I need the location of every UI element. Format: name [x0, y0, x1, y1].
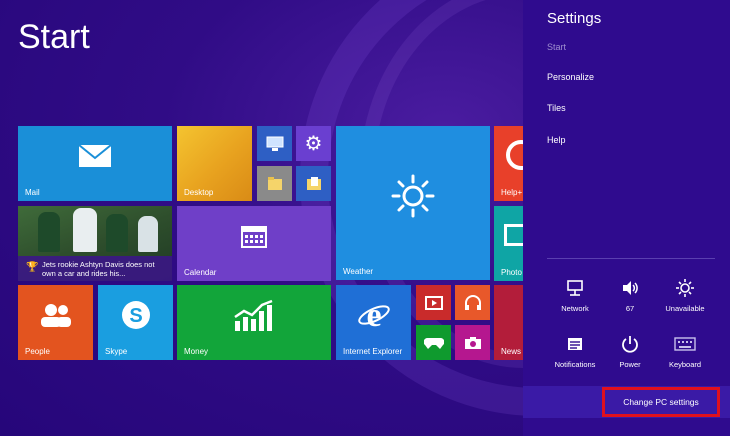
tile-pc-settings[interactable]: ⚙	[296, 126, 331, 161]
notifications-icon	[547, 332, 603, 356]
notifications-label: Notifications	[554, 360, 596, 369]
sun-icon	[336, 126, 490, 266]
player-figure	[73, 208, 97, 252]
power-icon	[602, 332, 658, 356]
tile-mail[interactable]: Mail	[18, 126, 172, 201]
tile-skype[interactable]: S Skype	[98, 285, 173, 360]
tile-label: Skype	[105, 347, 128, 356]
settings-charm-panel: Settings Start Personalize Tiles Help Ne…	[523, 0, 730, 436]
player-figure	[38, 212, 60, 252]
gear-icon: ⚙	[304, 133, 323, 155]
brightness-label: Unavailable	[665, 304, 705, 313]
calendar-icon	[177, 206, 331, 266]
change-pc-settings-button[interactable]: Change PC settings	[602, 387, 720, 417]
gamepad-icon	[416, 325, 451, 360]
volume-button[interactable]: 67	[602, 276, 658, 313]
tile-help[interactable]: Help+	[494, 126, 523, 201]
tile-label: Weather	[343, 267, 374, 276]
tile-this-pc[interactable]	[257, 126, 292, 161]
tile-label: Photo	[501, 268, 522, 277]
help-icon	[506, 140, 523, 170]
tile-label: News	[501, 347, 522, 356]
brightness-button[interactable]: Unavailable	[657, 276, 713, 313]
keyboard-label: Keyboard	[668, 360, 702, 369]
video-icon	[416, 285, 451, 320]
tile-desktop[interactable]: Desktop	[177, 126, 252, 201]
skype-icon: S	[98, 285, 173, 345]
svg-text:e: e	[366, 298, 381, 332]
tile-calendar[interactable]: Calendar	[177, 206, 331, 281]
tile-internet-explorer[interactable]: e Internet Explorer	[336, 285, 411, 360]
power-button[interactable]: Power	[602, 332, 658, 369]
brightness-icon	[657, 276, 713, 300]
tile-video[interactable]	[416, 285, 451, 320]
network-label: Network	[561, 304, 589, 313]
settings-bottom-bar: Change PC settings	[523, 386, 730, 418]
people-icon	[18, 285, 93, 345]
settings-help-link[interactable]: Help	[547, 135, 566, 145]
tile-money[interactable]: Money	[177, 285, 331, 360]
folder-icon	[257, 166, 292, 201]
mail-icon	[18, 126, 172, 186]
tile-news[interactable]: News	[494, 285, 523, 360]
settings-context-start: Start	[547, 42, 567, 52]
start-title: Start	[18, 18, 90, 56]
document-folder-icon	[296, 166, 331, 201]
player-figure	[138, 216, 158, 252]
keyboard-icon	[657, 332, 713, 356]
camera-icon	[455, 325, 490, 360]
tile-folder[interactable]	[257, 166, 292, 201]
tile-people[interactable]: People	[18, 285, 93, 360]
tile-music[interactable]	[455, 285, 490, 320]
tile-camera[interactable]	[455, 325, 490, 360]
tile-label: Mail	[25, 188, 40, 197]
tile-photos[interactable]: Photo	[494, 206, 523, 281]
tile-label: Desktop	[184, 188, 214, 197]
volume-label: 67	[625, 304, 635, 313]
tile-documents[interactable]	[296, 166, 331, 201]
settings-tiles-link[interactable]: Tiles	[547, 103, 566, 113]
ie-icon: e	[336, 285, 411, 345]
settings-personalize-link[interactable]: Personalize	[547, 72, 594, 82]
tile-label: Calendar	[184, 268, 217, 277]
computer-icon	[257, 126, 292, 161]
start-screen: Start Mail Desktop ⚙ Weather Help+ 🏆 Jet…	[0, 0, 523, 436]
svg-text:S: S	[129, 305, 142, 327]
notifications-button[interactable]: Notifications	[547, 332, 603, 369]
tile-news-story[interactable]: 🏆 Jets rookie Ashtyn Davis does not own …	[18, 206, 172, 281]
player-figure	[106, 214, 128, 252]
network-button[interactable]: Network	[547, 276, 603, 313]
panel-divider	[547, 258, 715, 259]
headphones-icon	[455, 285, 490, 320]
power-label: Power	[619, 360, 641, 369]
tile-weather[interactable]: Weather	[336, 126, 490, 280]
trophy-icon: 🏆	[26, 262, 39, 273]
network-icon	[547, 276, 603, 300]
tile-label: People	[25, 347, 50, 356]
tile-games[interactable]	[416, 325, 451, 360]
settings-title: Settings	[547, 10, 602, 27]
tile-label: Money	[184, 347, 209, 356]
volume-icon	[602, 276, 658, 300]
news-headline: Jets rookie Ashtyn Davis does not own a …	[42, 260, 155, 278]
photo-icon	[504, 224, 523, 246]
tile-label: Help+	[501, 188, 523, 197]
keyboard-button[interactable]: Keyboard	[657, 332, 713, 369]
chart-up-icon	[177, 285, 331, 347]
tile-label: Internet Explorer	[343, 347, 403, 356]
